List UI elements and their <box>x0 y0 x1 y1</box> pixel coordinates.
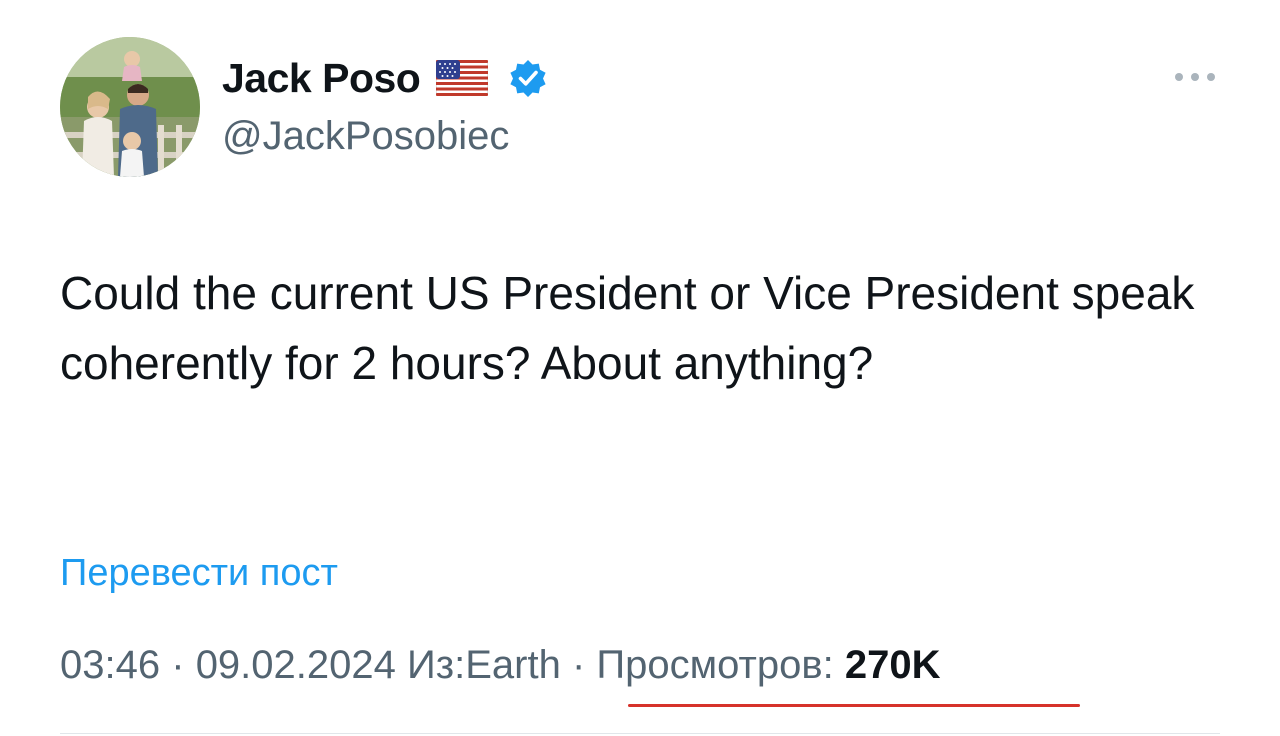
tweet-time[interactable]: 03:46 <box>60 643 160 687</box>
avatar[interactable] <box>60 37 200 177</box>
tweet-meta: 03:46 · 09.02.2024 Из:Earth · Просмотров… <box>60 643 940 688</box>
author-name-row: Jack Poso <box>222 52 548 104</box>
us-flag-icon <box>436 60 489 96</box>
translate-post-link[interactable]: Перевести пост <box>60 552 338 595</box>
views-count[interactable]: 270K <box>845 643 941 687</box>
author-handle[interactable]: @JackPosobiec <box>222 114 509 159</box>
avatar-photo <box>60 37 200 177</box>
views-label: Просмотров: <box>596 643 834 687</box>
author-display-name[interactable]: Jack Poso <box>222 55 421 102</box>
more-horizontal-icon[interactable] <box>1170 62 1220 92</box>
meta-separator: · <box>571 643 586 687</box>
tweet-date[interactable]: 09.02.2024 <box>196 643 396 687</box>
verified-badge-icon[interactable] <box>508 58 548 98</box>
tweet-text: Could the current US President or Vice P… <box>60 267 1195 389</box>
tweet-location: Из:Earth <box>407 643 561 687</box>
meta-separator: · <box>171 643 185 687</box>
annotation-underline <box>628 704 1080 707</box>
divider <box>60 733 1220 734</box>
